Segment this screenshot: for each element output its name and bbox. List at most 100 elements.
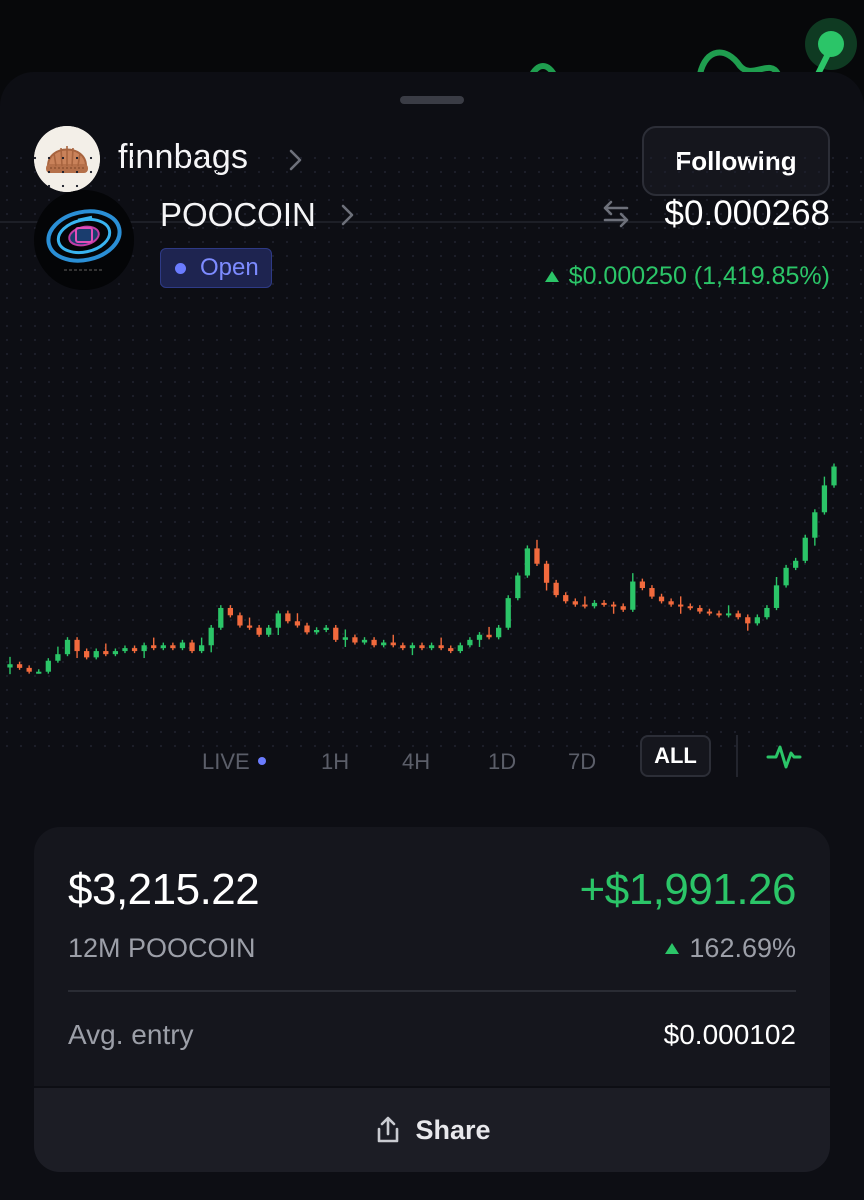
candle-body [467,639,473,646]
candle-body [639,581,646,589]
chart-type-toggle-icon[interactable] [766,739,802,773]
share-button[interactable]: Share [34,1086,830,1172]
candle-body [448,648,454,652]
avg-entry-value: $0.000102 [663,1019,796,1050]
candle-body [198,645,205,652]
candle-body [74,639,80,652]
price-change: $0.000250 (1,419.85%) [544,262,830,291]
tab-1d[interactable]: 1D [488,749,516,775]
candle-body [630,581,636,610]
position-pnl: +$1,991.26 [579,865,797,914]
coin-price: $0.000268 [664,194,830,233]
candle-body [256,627,262,635]
candle-body [754,617,760,624]
candle-body [821,485,828,513]
status-label: Open [200,254,259,281]
candle-body [419,645,425,649]
candle-body [26,667,32,672]
candle-body [428,645,435,649]
up-triangle-icon [665,943,680,954]
share-icon [378,1116,399,1143]
candle-body [515,575,521,599]
tab-all[interactable]: ALL [640,735,711,777]
pnl-percent-value: 162.69% [689,933,796,963]
candle-body [361,639,368,643]
candle-body [572,601,578,605]
price-change-value: $0.000250 (1,419.85%) [568,262,830,290]
coin-logo[interactable] [34,190,134,290]
candle-body [582,604,588,607]
candle-body [649,588,655,597]
tab-1h[interactable]: 1H [321,749,349,775]
candle-body [783,567,789,586]
candle-body [323,627,329,631]
candle-body [725,613,732,616]
candle-body [505,598,511,628]
candle-body [534,548,540,564]
candle-body [103,651,109,655]
candle-body [55,654,61,661]
swap-arrows-icon[interactable] [600,198,632,230]
coin-name[interactable]: POOCOIN [160,196,316,234]
candle-body [658,596,665,602]
candle-body [812,512,818,538]
candle-body [275,613,281,628]
tab-live[interactable]: LIVE [202,749,266,775]
candle-body [189,642,195,652]
candle-body [141,645,147,652]
position-amount: 12M POOCOIN [68,933,256,963]
candle-body [313,630,320,633]
tab-live-label: LIVE [202,749,250,774]
status-dot-icon [175,262,186,274]
candle-body [122,648,128,652]
candle-body [218,607,224,628]
share-label: Share [415,1114,491,1145]
price-chart[interactable] [0,380,864,740]
candle-body [45,660,51,672]
candle-body [476,634,483,640]
candle-body [294,621,301,626]
tab-7d[interactable]: 7D [568,749,596,775]
candle-body [591,602,598,607]
candle-body [601,602,607,605]
candle-body [716,613,722,616]
candle-body [16,664,23,668]
status-badge: Open [160,248,272,288]
candle-body [237,615,243,626]
candle-body [381,642,387,646]
poocoin-logo-icon [34,190,134,290]
chevron-right-icon[interactable] [340,203,356,227]
candle-body [524,548,531,576]
candle-body [131,648,138,652]
timeframe-selector: LIVE 1H 4H 1D 7D ALL [0,735,864,795]
background-app [0,0,864,80]
candle-body [7,664,13,668]
candle-body [620,606,626,610]
candle-body [486,634,492,638]
candle-body [246,625,253,628]
candle-body [151,645,157,649]
candle-body [352,637,358,643]
candle-body [563,595,569,602]
candle-body [266,627,272,635]
position-pnl-percent: 162.69% [665,933,796,964]
candle-body [610,604,617,607]
candle-body [735,613,741,618]
candle-body [764,607,770,618]
position-value: $3,215.22 [68,865,260,914]
tab-4h[interactable]: 4H [402,749,430,775]
candle-body [93,651,99,658]
candle-body [304,625,310,633]
candle-body [668,601,674,605]
candle-body [678,604,684,607]
candle-body [227,607,234,616]
candle-body [409,645,416,649]
up-triangle-icon [544,271,559,282]
candle-body [543,563,550,583]
candle-body [84,651,90,658]
candle-body [773,585,780,608]
live-dot-icon [257,757,266,766]
candle-body [112,651,119,655]
candle-body [371,639,377,646]
candle-body [687,606,693,609]
